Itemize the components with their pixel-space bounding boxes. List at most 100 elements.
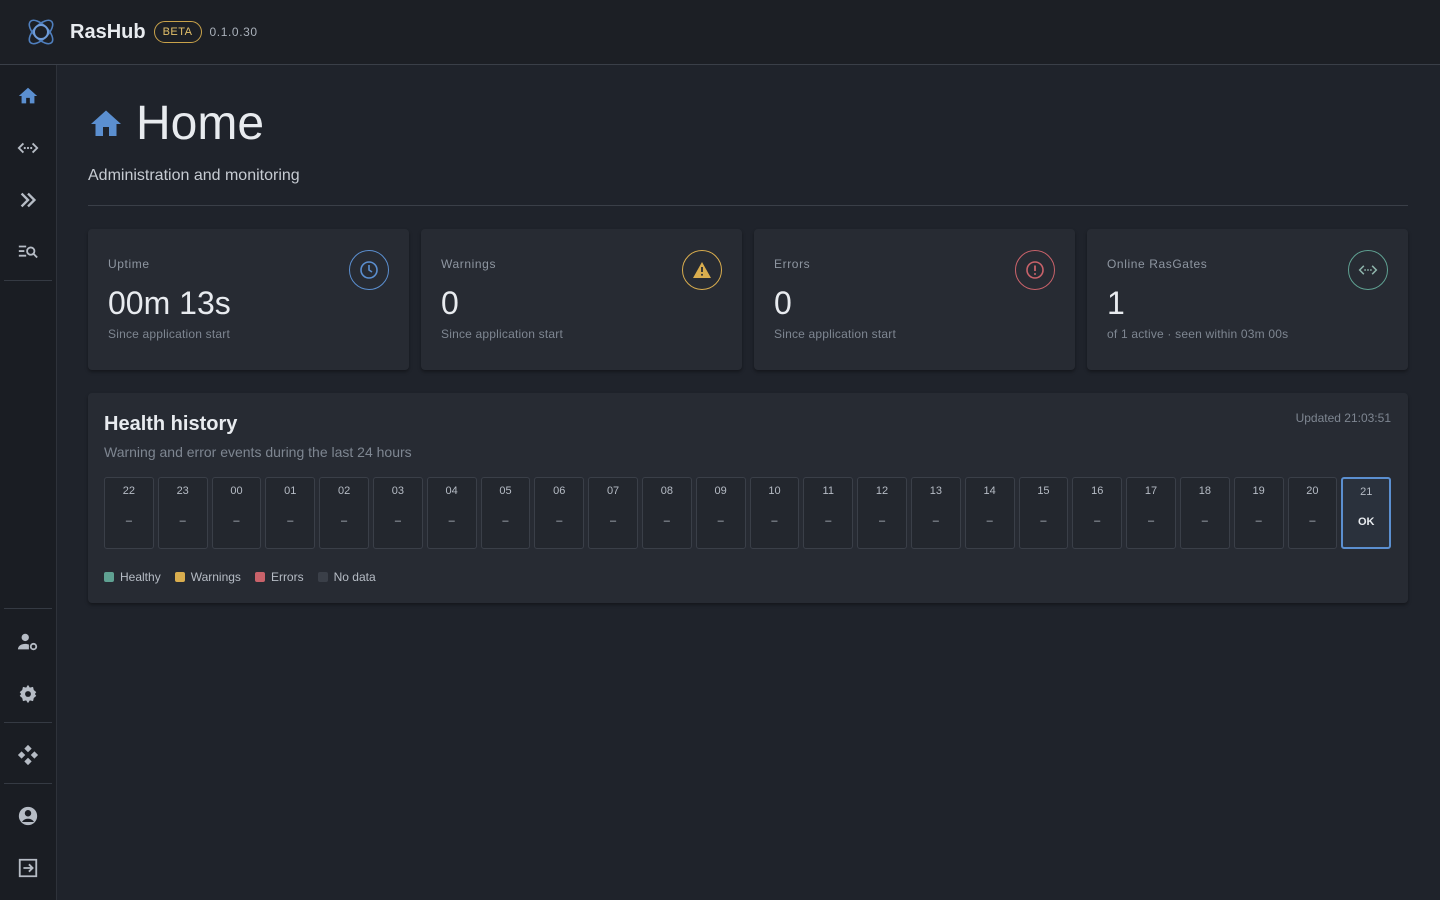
sidebar-item-logout[interactable] xyxy=(0,844,56,892)
legend-item: Errors xyxy=(254,570,304,584)
sidebar-item-settings[interactable] xyxy=(0,670,56,718)
hour-status: – xyxy=(825,515,832,527)
hour-label: 05 xyxy=(499,485,512,497)
legend-label: Healthy xyxy=(120,570,161,584)
hour-cell[interactable]: 06 – xyxy=(534,477,585,549)
page-title: Home xyxy=(136,97,265,150)
gateway-icon xyxy=(17,142,39,154)
hour-cell[interactable]: 16 – xyxy=(1072,477,1123,549)
hour-status: – xyxy=(287,515,294,527)
hour-status: – xyxy=(1201,515,1208,527)
legend-item: Healthy xyxy=(104,570,161,584)
hour-cell[interactable]: 07 – xyxy=(588,477,638,549)
rashub-logo-icon xyxy=(28,19,54,45)
hour-cell[interactable]: 09 – xyxy=(695,477,746,549)
sidebar-item-account[interactable] xyxy=(0,792,56,840)
hour-status: – xyxy=(341,515,348,527)
hour-cell[interactable]: 00 – xyxy=(211,477,262,549)
hour-cell[interactable]: 18 – xyxy=(1179,477,1230,549)
hour-label: 01 xyxy=(284,485,297,497)
hour-status: – xyxy=(502,515,509,527)
hour-status: OK xyxy=(1357,516,1375,528)
hour-label: 12 xyxy=(875,485,889,497)
hour-cell[interactable]: 19 – xyxy=(1233,477,1284,549)
hour-label: 08 xyxy=(660,485,673,497)
hour-status: – xyxy=(394,515,401,527)
warnings-card: Warnings 0 Since application start xyxy=(421,229,742,370)
hour-status: – xyxy=(448,515,455,527)
hour-label: 06 xyxy=(553,485,566,497)
hour-label: 22 xyxy=(122,485,136,497)
hour-status: – xyxy=(1094,515,1101,527)
card-subtext: Since application start xyxy=(441,327,563,341)
hour-cell[interactable]: 17 – xyxy=(1126,477,1176,549)
card-label: Warnings xyxy=(441,257,497,271)
hour-cell[interactable]: 02 – xyxy=(319,477,369,549)
logout-icon xyxy=(18,858,38,878)
sidebar xyxy=(0,65,57,900)
home-icon xyxy=(91,110,121,136)
uptime-card: Uptime 00m 13s Since application start xyxy=(88,229,409,370)
health-history-panel: Health history Warning and error events … xyxy=(88,393,1408,603)
top-bar: RasHub BETA 0.1.0.30 xyxy=(0,0,1440,65)
hour-label: 00 xyxy=(230,485,243,497)
hour-cell[interactable]: 22 – xyxy=(104,477,154,549)
hour-cell[interactable]: 03 – xyxy=(372,477,423,549)
card-subtext: Since application start xyxy=(774,327,896,341)
hour-status: – xyxy=(932,515,939,527)
hour-label: 19 xyxy=(1252,485,1265,497)
sidebar-item-network[interactable] xyxy=(0,731,56,779)
user-settings-icon xyxy=(17,633,38,651)
hour-cell[interactable]: 04 – xyxy=(426,477,477,549)
hour-cell[interactable]: 01 – xyxy=(265,477,316,549)
legend-swatch xyxy=(317,572,328,582)
hour-cell[interactable]: 11 – xyxy=(803,477,854,549)
hour-status: – xyxy=(610,515,617,527)
hour-status: – xyxy=(125,515,132,527)
sidebar-item-gateways[interactable] xyxy=(0,124,56,172)
double-chevron-right-icon xyxy=(20,192,37,208)
page-header: Home xyxy=(88,97,1408,150)
app-version: 0.1.0.30 xyxy=(209,25,258,39)
hour-cell[interactable]: 23 – xyxy=(157,477,208,549)
hour-cell[interactable]: 15 – xyxy=(1018,477,1069,549)
card-subtext: of 1 active · seen within 03m 00s xyxy=(1107,327,1289,341)
health-subtitle: Warning and error events during the last… xyxy=(104,444,412,460)
hour-cell[interactable]: 05 – xyxy=(480,477,531,549)
hour-cell[interactable]: 13 – xyxy=(910,477,961,549)
card-value: 0 xyxy=(774,285,792,321)
sidebar-divider xyxy=(4,783,52,784)
card-value: 00m 13s xyxy=(108,285,231,321)
card-subtext: Since application start xyxy=(108,327,230,341)
hour-cell[interactable]: 14 – xyxy=(964,477,1015,549)
hour-cell[interactable]: 20 – xyxy=(1287,477,1338,549)
stat-cards: Uptime 00m 13s Since application start W… xyxy=(88,229,1408,370)
sidebar-item-logs[interactable] xyxy=(0,228,56,276)
log-search-icon xyxy=(18,245,38,259)
hour-cell[interactable]: 12 – xyxy=(857,477,907,549)
sidebar-item-home[interactable] xyxy=(0,72,56,120)
hour-status: – xyxy=(556,515,563,527)
legend-label: Warnings xyxy=(190,570,241,584)
legend-label: Errors xyxy=(270,570,304,584)
hour-label: 17 xyxy=(1144,485,1158,497)
main-content: Home Administration and monitoring Uptim… xyxy=(88,65,1408,603)
hour-label: 03 xyxy=(391,485,404,497)
hour-label: 23 xyxy=(176,485,189,497)
sidebar-item-forwarding[interactable] xyxy=(0,176,56,224)
health-title: Health history xyxy=(104,413,238,435)
hour-cell[interactable]: 10 – xyxy=(749,477,800,549)
sidebar-item-user-management[interactable] xyxy=(0,618,56,666)
legend-item: No data xyxy=(317,570,376,584)
hour-status: – xyxy=(986,515,993,527)
hour-status: – xyxy=(1309,515,1316,527)
sidebar-divider xyxy=(4,608,52,609)
hour-cell[interactable]: 08 – xyxy=(641,477,692,549)
beta-badge: BETA xyxy=(153,21,202,43)
legend-label: No data xyxy=(333,570,376,584)
sidebar-divider xyxy=(4,722,52,723)
hour-cell[interactable]: 21 OK xyxy=(1341,477,1392,549)
hour-label: 10 xyxy=(768,485,781,497)
gateway-icon xyxy=(1348,250,1388,290)
app-name: RasHub xyxy=(70,20,146,43)
